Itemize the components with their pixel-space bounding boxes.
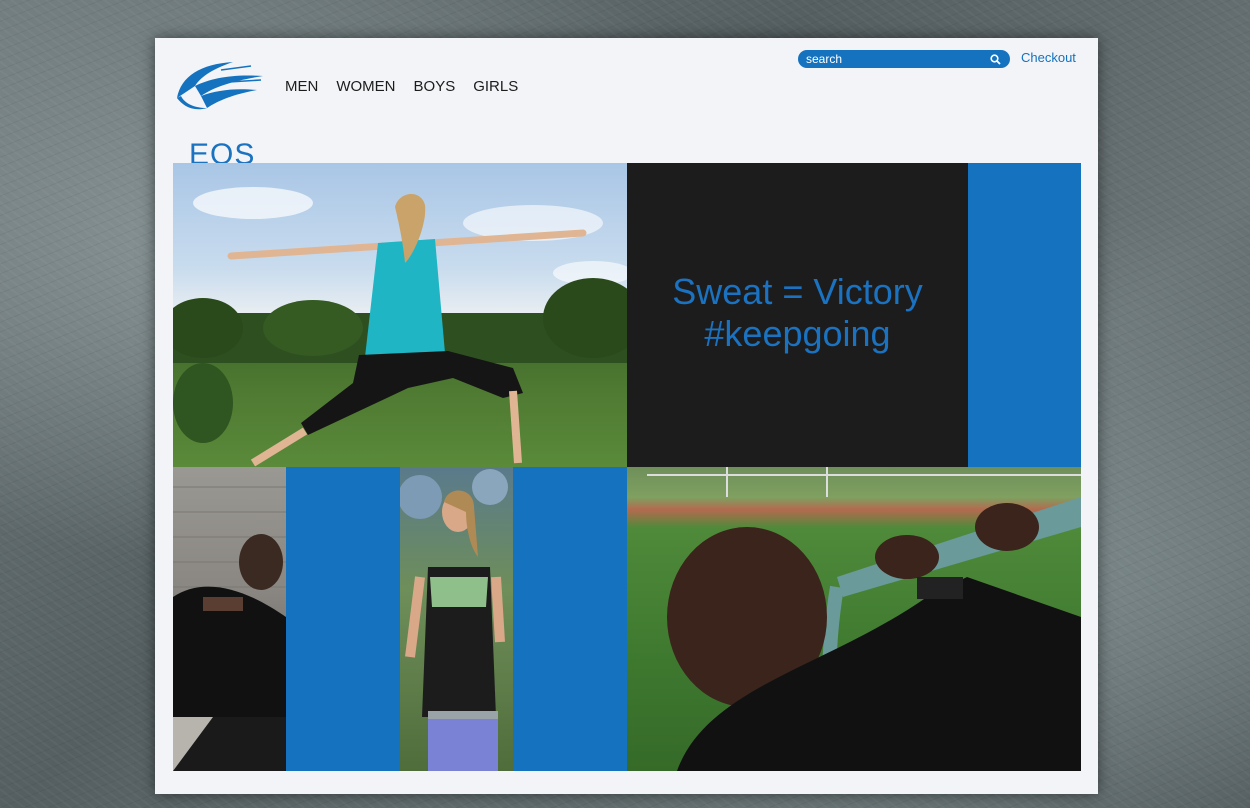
blue-block-right [968,163,1081,467]
eos-logo[interactable]: EOS [171,58,267,171]
quote-line-2: #keepgoing [704,313,891,354]
blue-block-lower-left [286,467,400,771]
man-stretching-photo [173,467,286,771]
hero-quote: Sweat = Victory #keepgoing [627,271,968,355]
main-nav: MEN WOMEN BOYS GIRLS [285,78,518,95]
blue-block-center [513,467,627,771]
nav-item-boys[interactable]: BOYS [414,78,456,95]
wing-logo-icon [177,62,263,110]
quote-line-1: Sweat = Victory [672,271,923,312]
yoga-woman-photo [173,163,627,467]
search-input[interactable] [806,52,988,66]
nav-item-girls[interactable]: GIRLS [473,78,518,95]
website-mockup: EOS MEN WOMEN BOYS GIRLS Checkout [155,38,1098,794]
nav-item-men[interactable]: MEN [285,78,318,95]
search-icon[interactable] [988,52,1002,66]
nav-item-women[interactable]: WOMEN [336,78,395,95]
man-pullup-photo [627,467,1081,771]
hero-grid: Sweat = Victory #keepgoing [173,163,1081,771]
search-bar [798,50,1010,68]
quote-panel: Sweat = Victory #keepgoing [627,163,968,467]
checkout-link[interactable]: Checkout [1021,50,1076,65]
woman-running-photo [400,467,513,771]
